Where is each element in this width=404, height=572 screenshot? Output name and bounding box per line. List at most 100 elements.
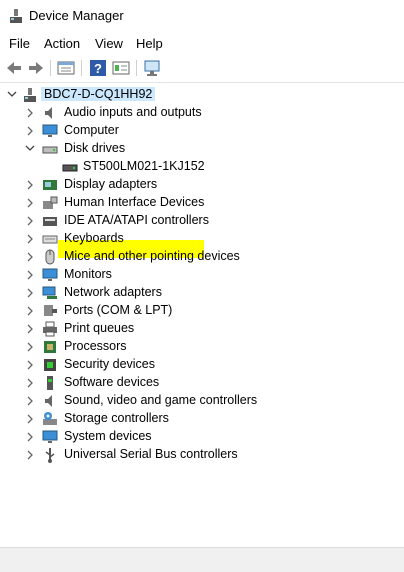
- tree-item-label: Human Interface Devices: [64, 195, 205, 209]
- tree-item-label: Ports (COM & LPT): [64, 303, 173, 317]
- menu-help[interactable]: Help: [136, 36, 163, 51]
- help-icon[interactable]: ?: [88, 58, 108, 78]
- menu-view[interactable]: View: [95, 36, 123, 51]
- monitor-icon: [42, 124, 58, 137]
- tree-item-label: Sound, video and game controllers: [64, 393, 258, 407]
- tree-item-label: Storage controllers: [64, 411, 169, 425]
- view-icon[interactable]: [111, 58, 131, 78]
- expand-icon[interactable]: [25, 104, 35, 122]
- speaker-icon: [45, 395, 52, 407]
- tree-root[interactable]: BDC7-D-CQ1HH92: [0, 86, 404, 104]
- usb-icon: [45, 448, 55, 463]
- menu-action[interactable]: Action: [44, 36, 80, 51]
- tree-item-label: Security devices: [64, 357, 156, 371]
- disk-drive-icon: [42, 146, 58, 154]
- security-device-icon: [44, 359, 56, 371]
- tree-item-label: Display adapters: [64, 177, 158, 191]
- tree-item-disk-drives[interactable]: Disk drives: [0, 140, 404, 158]
- back-icon[interactable]: [4, 58, 24, 78]
- tree-item-processors[interactable]: Processors: [0, 338, 404, 356]
- menu-bar: File Action View Help: [0, 34, 404, 54]
- tree-item-label: System devices: [64, 429, 152, 443]
- tree-item-label: Print queues: [64, 321, 135, 335]
- device-manager-icon: [10, 9, 22, 23]
- printer-icon: [43, 321, 57, 337]
- tree-item-label: IDE ATA/ATAPI controllers: [64, 213, 209, 227]
- expand-icon[interactable]: [25, 194, 35, 212]
- keyboard-icon: [42, 235, 58, 244]
- expand-icon[interactable]: [25, 248, 35, 266]
- ide-controller-icon: [43, 217, 57, 226]
- monitor-icon: [42, 268, 58, 281]
- hid-icon: [43, 196, 58, 209]
- tree-item-label: Computer: [64, 123, 119, 137]
- tree-item-label: Processors: [64, 339, 127, 353]
- tree-item-label: Software devices: [64, 375, 160, 389]
- expand-icon[interactable]: [25, 338, 35, 356]
- expand-icon[interactable]: [25, 446, 35, 464]
- status-bar: [0, 547, 404, 572]
- tree-item-software-devices[interactable]: Software devices: [0, 374, 404, 392]
- tree-item-storage[interactable]: Storage controllers: [0, 410, 404, 428]
- tree-item-computer[interactable]: Computer: [0, 122, 404, 140]
- disk-drive-icon: [62, 164, 78, 172]
- tree-item-label: Monitors: [64, 267, 112, 281]
- toolbar-separator: [50, 60, 51, 76]
- tree-item-disk-child[interactable]: ST500LM021-1KJ152: [0, 158, 404, 176]
- properties-icon[interactable]: [56, 58, 76, 78]
- expand-icon[interactable]: [25, 230, 35, 248]
- tree-item-keyboards[interactable]: Keyboards: [0, 230, 404, 248]
- expand-icon[interactable]: [25, 212, 35, 230]
- speaker-icon: [45, 107, 52, 119]
- tree-item-security[interactable]: Security devices: [0, 356, 404, 374]
- tree-item-system[interactable]: System devices: [0, 428, 404, 446]
- tree-item-sound[interactable]: Sound, video and game controllers: [0, 392, 404, 410]
- collapse-icon[interactable]: [7, 86, 17, 104]
- tree-item-hid[interactable]: Human Interface Devices: [0, 194, 404, 212]
- tree-item-label: Network adapters: [64, 285, 162, 299]
- expand-icon[interactable]: [25, 266, 35, 284]
- tree-item-label: Audio inputs and outputs: [64, 105, 202, 119]
- port-icon: [44, 305, 57, 316]
- expand-icon[interactable]: [25, 392, 35, 410]
- forward-icon[interactable]: [26, 58, 46, 78]
- collapse-icon[interactable]: [25, 140, 35, 158]
- tree-item-mice[interactable]: Mice and other pointing devices: [0, 248, 404, 266]
- tree-item-label: Keyboards: [64, 231, 124, 245]
- toolbar-separator: [136, 60, 137, 76]
- window-title: Device Manager: [29, 8, 124, 23]
- tree-item-display-adapters[interactable]: Display adapters: [0, 176, 404, 194]
- tree-item-ports[interactable]: Ports (COM & LPT): [0, 302, 404, 320]
- tree-root-label: BDC7-D-CQ1HH92: [41, 87, 156, 101]
- processor-icon: [44, 341, 56, 353]
- expand-icon[interactable]: [25, 410, 35, 428]
- tree-item-ide[interactable]: IDE ATA/ATAPI controllers: [0, 212, 404, 230]
- expand-icon[interactable]: [25, 284, 35, 302]
- software-device-icon: [47, 376, 53, 390]
- network-adapter-icon: [42, 286, 57, 299]
- tree-item-network[interactable]: Network adapters: [0, 284, 404, 302]
- toolbar-separator: [81, 60, 82, 76]
- expand-icon[interactable]: [25, 302, 35, 320]
- tree-item-monitors[interactable]: Monitors: [0, 266, 404, 284]
- display-adapter-icon: [43, 180, 57, 190]
- expand-icon[interactable]: [25, 374, 35, 392]
- disk-child-label: ST500LM021-1KJ152: [83, 159, 205, 173]
- menu-file[interactable]: File: [9, 36, 30, 51]
- title-bar: Device Manager: [0, 0, 404, 34]
- tree-item-usb[interactable]: Universal Serial Bus controllers: [0, 446, 404, 464]
- scan-hardware-icon[interactable]: [142, 58, 162, 78]
- device-tree: BDC7-D-CQ1HH92 Audio inputs and outputs …: [0, 84, 404, 546]
- toolbar: ?: [0, 55, 404, 83]
- expand-icon[interactable]: [25, 428, 35, 446]
- expand-icon[interactable]: [25, 356, 35, 374]
- tree-item-print-queues[interactable]: Print queues: [0, 320, 404, 338]
- expand-icon[interactable]: [25, 122, 35, 140]
- tree-item-label: Disk drives: [64, 141, 126, 155]
- expand-icon[interactable]: [25, 176, 35, 194]
- tree-item-audio[interactable]: Audio inputs and outputs: [0, 104, 404, 122]
- tree-item-label: Universal Serial Bus controllers: [64, 447, 238, 461]
- tree-item-label: Mice and other pointing devices: [64, 249, 240, 263]
- expand-icon[interactable]: [25, 320, 35, 338]
- svg-text:?: ?: [94, 61, 102, 76]
